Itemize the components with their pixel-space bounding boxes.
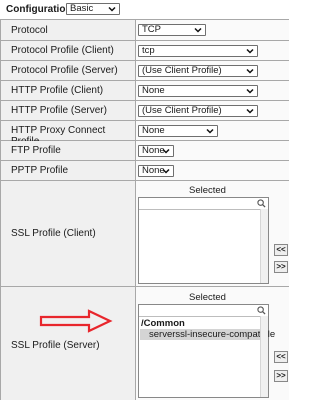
ssl-client-move-right-button[interactable]: >> (274, 261, 288, 273)
protocol-profile-server-value-cell: (Use Client Profile) (136, 61, 289, 80)
ssl-client-scrollbar[interactable] (260, 209, 268, 283)
protocol-profile-server-select[interactable]: (Use Client Profile) (138, 65, 258, 77)
ssl-server-move-left-button[interactable]: << (274, 351, 288, 363)
ftp-profile-label: FTP Profile (11, 145, 61, 156)
http-profile-client-label-cell: HTTP Profile (Client) (1, 81, 135, 100)
chevron-down-icon (108, 6, 116, 12)
protocol-value: TCP (142, 24, 161, 35)
protocol-label-cell: Protocol (1, 20, 135, 40)
http-proxy-connect-value-cell: None (136, 121, 289, 140)
pptp-profile-label-cell: PPTP Profile (1, 161, 135, 180)
http-profile-client-value-cell: None (136, 81, 289, 100)
chevron-down-icon (162, 168, 170, 174)
pptp-profile-label: PPTP Profile (11, 165, 69, 176)
ssl-server-selected-item[interactable]: serverssl-insecure-compatible (140, 329, 275, 340)
chevron-down-icon (206, 128, 214, 134)
chevron-down-icon (246, 68, 254, 74)
ssl-client-selected-listbox[interactable] (138, 197, 269, 284)
annotation-arrow-icon (39, 309, 113, 333)
ssl-profile-server-label-cell: SSL Profile (Server) (1, 287, 135, 400)
http-profile-server-value: (Use Client Profile) (142, 105, 222, 116)
http-profile-server-label: HTTP Profile (Server) (11, 105, 107, 116)
http-profile-client-select[interactable]: None (138, 85, 258, 97)
http-profile-server-label-cell: HTTP Profile (Server) (1, 101, 135, 120)
protocol-value-cell: TCP (136, 20, 289, 40)
search-icon[interactable] (257, 306, 266, 315)
ssl-client-selected-title: Selected (189, 185, 226, 196)
protocol-profile-client-label-cell: Protocol Profile (Client) (1, 41, 135, 60)
ssl-server-item-label: serverssl-insecure-compatible (149, 329, 276, 340)
configuration-value: Basic (70, 3, 94, 14)
ssl-server-scrollbar[interactable] (260, 316, 268, 397)
ssl-server-move-right-button[interactable]: >> (274, 370, 288, 382)
ssl-client-move-left-button[interactable]: << (274, 244, 288, 256)
ssl-server-search-row[interactable] (139, 305, 268, 317)
ssl-profile-client-value-cell: Selected << >> (136, 181, 289, 286)
configuration-select[interactable]: Basic (66, 3, 120, 15)
chevron-down-icon (246, 108, 254, 114)
pptp-profile-value-cell: None (136, 161, 289, 180)
protocol-profile-server-label-cell: Protocol Profile (Server) (1, 61, 135, 80)
profile-settings-table: Protocol TCP Protocol Profile (Client) t… (0, 19, 289, 400)
http-proxy-connect-select[interactable]: None (138, 125, 218, 137)
http-profile-client-value: None (142, 85, 165, 96)
chevron-down-icon (162, 148, 170, 154)
protocol-profile-client-label: Protocol Profile (Client) (11, 45, 114, 56)
ssl-profile-client-label-cell: SSL Profile (Client) (1, 181, 135, 286)
ftp-profile-select[interactable]: None (138, 145, 174, 157)
protocol-profile-server-value: (Use Client Profile) (142, 65, 222, 76)
http-profile-server-select[interactable]: (Use Client Profile) (138, 105, 258, 117)
pptp-profile-select[interactable]: None (138, 165, 174, 177)
search-icon[interactable] (257, 199, 266, 208)
chevron-down-icon (194, 27, 202, 33)
http-proxy-connect-label-cell: HTTP Proxy Connect Profile (1, 121, 135, 147)
http-profile-server-value-cell: (Use Client Profile) (136, 101, 289, 120)
ssl-client-search-row[interactable] (139, 198, 268, 210)
chevron-down-icon (246, 88, 254, 94)
ssl-server-group-header: /Common (141, 318, 185, 329)
configuration-bar: Configuration: Basic (0, 0, 289, 18)
ssl-profile-client-label: SSL Profile (Client) (11, 228, 96, 239)
protocol-select[interactable]: TCP (138, 24, 206, 36)
http-profile-client-label: HTTP Profile (Client) (11, 85, 104, 96)
ssl-profile-server-label: SSL Profile (Server) (11, 340, 100, 351)
configuration-label: Configuration: (6, 4, 75, 15)
protocol-profile-client-select[interactable]: tcp (138, 45, 258, 57)
chevron-down-icon (246, 48, 254, 54)
protocol-profile-client-value: tcp (142, 45, 155, 56)
ftp-profile-value-cell: None (136, 141, 289, 160)
ssl-server-selected-listbox[interactable]: /Common serverssl-insecure-compatible (138, 304, 275, 398)
ssl-profile-server-value-cell: Selected /Common serverssl-insecure-comp… (136, 287, 289, 400)
http-proxy-connect-value: None (142, 125, 165, 136)
protocol-label: Protocol (11, 25, 48, 36)
protocol-profile-client-value-cell: tcp (136, 41, 289, 60)
ftp-profile-label-cell: FTP Profile (1, 141, 135, 160)
ssl-server-selected-title: Selected (189, 292, 226, 303)
protocol-profile-server-label: Protocol Profile (Server) (11, 65, 118, 76)
